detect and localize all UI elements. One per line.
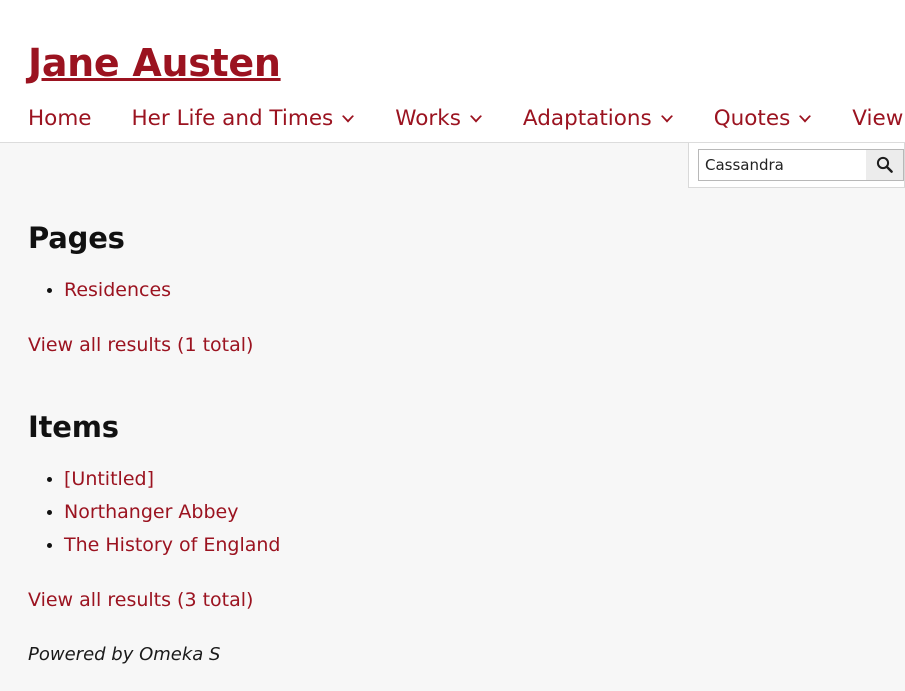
nav-item-quotes[interactable]: Quotes: [714, 108, 813, 130]
result-link-residences[interactable]: Residences: [64, 279, 171, 301]
result-group-pages: Pages Residences View all results (1 tot…: [28, 189, 905, 356]
nav-item-works[interactable]: Works: [395, 108, 483, 130]
nav-link-home[interactable]: Home: [28, 108, 92, 130]
chevron-down-icon[interactable]: [798, 115, 812, 124]
nav-item-home[interactable]: Home: [28, 108, 92, 130]
list-item: [Untitled]: [64, 466, 905, 493]
nav-link-quotes[interactable]: Quotes: [714, 108, 791, 130]
chevron-down-icon[interactable]: [341, 115, 355, 124]
list-item: Residences: [64, 277, 905, 304]
site-header: Jane Austen Home Her Life and Times Work…: [0, 0, 905, 143]
pages-result-list: Residences: [28, 277, 905, 304]
chevron-down-icon[interactable]: [469, 115, 483, 124]
pages-view-all-link[interactable]: View all results (1 total): [28, 334, 253, 356]
search-submit-button[interactable]: [866, 148, 904, 181]
site-title-link[interactable]: Jane Austen: [28, 44, 281, 82]
nav-link-works[interactable]: Works: [395, 108, 461, 130]
search-icon: [876, 156, 893, 173]
nav-item-adaptations[interactable]: Adaptations: [523, 108, 674, 130]
site-title-wrap: Jane Austen: [0, 0, 905, 82]
search-panel: [688, 142, 905, 188]
nav-link-view-items[interactable]: View Items: [852, 108, 905, 130]
list-item: The History of England: [64, 532, 905, 559]
list-item: Northanger Abbey: [64, 499, 905, 526]
pages-heading: Pages: [28, 220, 125, 255]
items-result-list: [Untitled] Northanger Abbey The History …: [28, 466, 905, 559]
result-group-items: Items [Untitled] Northanger Abbey The Hi…: [28, 356, 905, 611]
powered-by-text: Powered by Omeka S: [28, 644, 221, 666]
search-input[interactable]: [698, 148, 866, 181]
nav-link-her-life-and-times[interactable]: Her Life and Times: [132, 108, 334, 130]
items-view-all-link[interactable]: View all results (3 total): [28, 589, 253, 611]
site-footer: Powered by Omeka S: [0, 611, 905, 666]
main-navigation: Home Her Life and Times Works Adaptation…: [0, 82, 905, 143]
search-row: [0, 142, 905, 189]
nav-item-view-items[interactable]: View Items: [852, 108, 905, 130]
nav-list: Home Her Life and Times Works Adaptation…: [28, 108, 905, 130]
result-link-northanger-abbey[interactable]: Northanger Abbey: [64, 501, 238, 523]
items-heading: Items: [28, 409, 119, 444]
search-form: [698, 148, 904, 181]
result-link-the-history-of-england[interactable]: The History of England: [64, 534, 281, 556]
chevron-down-icon[interactable]: [660, 115, 674, 124]
nav-item-her-life-and-times[interactable]: Her Life and Times: [132, 108, 356, 130]
nav-link-adaptations[interactable]: Adaptations: [523, 108, 652, 130]
search-results-content: Pages Residences View all results (1 tot…: [0, 188, 905, 612]
result-link-untitled[interactable]: [Untitled]: [64, 468, 154, 490]
